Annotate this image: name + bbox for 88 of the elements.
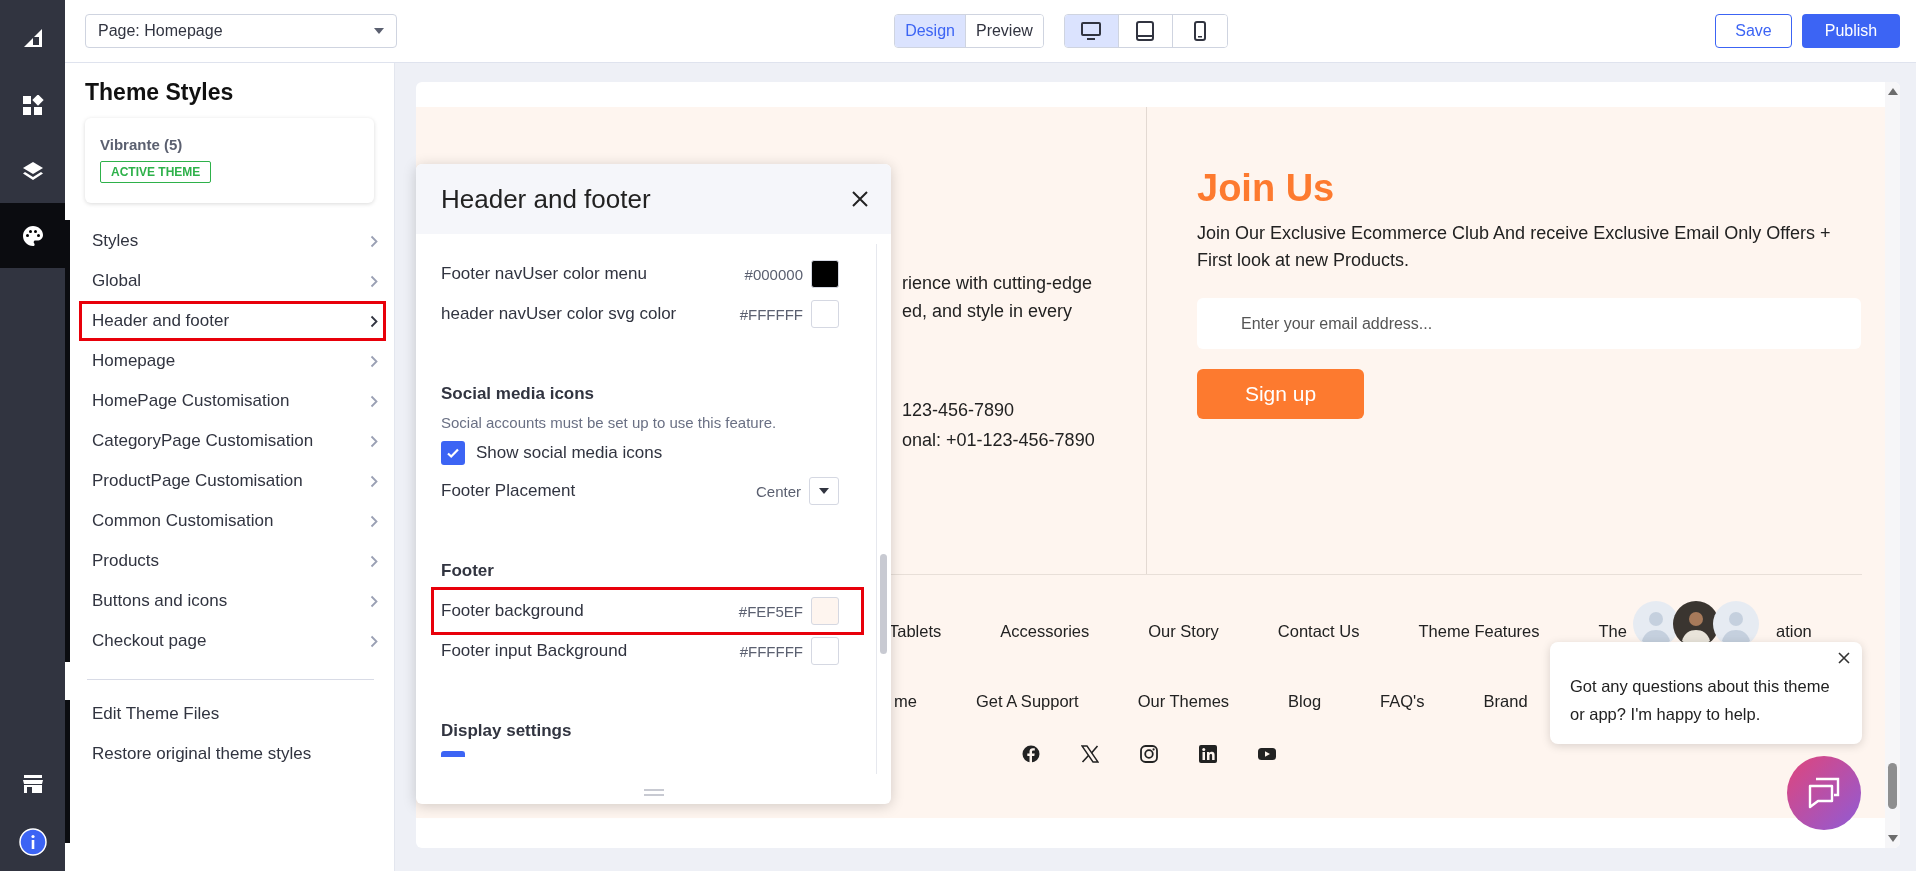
- footer-link[interactable]: Tablets: [889, 622, 942, 641]
- desktop-icon: [1080, 20, 1103, 42]
- widgets-icon: [21, 94, 44, 117]
- footer-link[interactable]: Blog: [1288, 692, 1322, 711]
- section-heading: Social media icons: [441, 384, 596, 404]
- footer-link[interactable]: Our Themes: [1137, 692, 1230, 711]
- section-heading: Footer: [441, 561, 495, 581]
- publish-button[interactable]: Publish: [1802, 14, 1900, 48]
- sidebar-item[interactable]: Products: [79, 541, 386, 581]
- facebook-icon[interactable]: [1022, 745, 1040, 763]
- join-title: Join Us: [1197, 167, 1336, 210]
- caret-icon: [819, 488, 829, 494]
- section-heading: Display settings: [441, 721, 573, 741]
- select-value: Center: [755, 482, 801, 500]
- sidebar-item[interactable]: ProductPage Customisation: [79, 461, 386, 501]
- footer-link[interactable]: Contact Us: [1277, 622, 1360, 641]
- footer-link[interactable]: Brand: [1483, 692, 1528, 711]
- color-swatch[interactable]: [811, 597, 839, 625]
- contact-text: onal: +01-123-456-7890: [902, 429, 1096, 452]
- chevron-right-icon: [370, 314, 378, 328]
- color-swatch[interactable]: [811, 637, 839, 665]
- sidebar-item[interactable]: CategoryPage Customisation: [79, 421, 386, 461]
- instagram-icon[interactable]: [1140, 745, 1158, 763]
- sidebar-item[interactable]: Checkout page: [79, 621, 386, 661]
- contact-text: 123-456-7890: [902, 399, 1016, 422]
- footer-link[interactable]: FAQ's: [1380, 692, 1425, 711]
- youtube-icon[interactable]: [1258, 747, 1276, 761]
- footer-link[interactable]: The: [1598, 622, 1627, 641]
- checkbox[interactable]: [441, 441, 465, 465]
- rail-button[interactable]: [0, 203, 65, 268]
- chevron-right-icon: [370, 394, 378, 408]
- color-swatch[interactable]: [811, 300, 839, 328]
- chevron-right-icon: [370, 634, 378, 648]
- chevron-right-icon: [370, 434, 378, 448]
- sidebar-item[interactable]: Buttons and icons: [79, 581, 386, 621]
- footer-link[interactable]: Our Story: [1148, 622, 1219, 641]
- chevron-right-icon: [370, 514, 378, 528]
- theme-name: Vibrante (5): [100, 136, 184, 153]
- footer-link[interactable]: Theme Features: [1418, 622, 1540, 641]
- panel-title: Header and footer: [441, 183, 651, 215]
- checkbox[interactable]: [441, 751, 465, 757]
- chat-bubbles-icon: [1806, 776, 1842, 810]
- sidebar-item[interactable]: Common Customisation: [79, 501, 386, 541]
- store-icon[interactable]: [21, 774, 44, 794]
- tablet-icon: [1134, 20, 1157, 42]
- caret-icon: [374, 28, 384, 34]
- about-text: rience with cutting-edge: [902, 272, 1094, 295]
- footer-link[interactable]: Accessories: [1000, 622, 1090, 641]
- sidebar-title: Theme Styles: [85, 79, 235, 106]
- layers-icon: [21, 159, 44, 182]
- color-setting-row[interactable]: header navUser color svg color #FFFFFF: [431, 294, 864, 334]
- sidebar-item[interactable]: HomePage Customisation: [79, 381, 386, 421]
- linkedin-icon[interactable]: [1199, 745, 1217, 763]
- email-field[interactable]: Enter your email address...: [1197, 298, 1861, 349]
- about-text: ed, and style in every: [902, 300, 1074, 323]
- footer-link[interactable]: me: [894, 692, 917, 711]
- sidebar-link[interactable]: Restore original theme styles: [79, 734, 374, 774]
- page-dropdown[interactable]: Page: Homepage: [85, 14, 397, 48]
- panel-scrollbar[interactable]: [880, 554, 887, 654]
- desktop-view-button[interactable]: [1064, 15, 1119, 47]
- chevron-right-icon: [370, 594, 378, 608]
- checkbox-label: Show social media icons: [476, 443, 663, 463]
- footer-link[interactable]: ation: [1775, 622, 1812, 641]
- active-theme-badge: ACTIVE THEME: [100, 161, 212, 183]
- dropdown-button[interactable]: [809, 477, 839, 505]
- chevron-right-icon: [370, 234, 378, 248]
- chevron-right-icon: [370, 354, 378, 368]
- info-icon[interactable]: [18, 828, 47, 856]
- sidebar-link[interactable]: Edit Theme Files: [79, 694, 374, 734]
- chevron-right-icon: [370, 274, 378, 288]
- help-text: Social accounts must be set up to use this feature.: [441, 414, 778, 431]
- mode-tab[interactable]: Design: [895, 15, 966, 47]
- resize-handle-icon[interactable]: [643, 789, 664, 796]
- sidebar-item[interactable]: Styles: [79, 221, 386, 261]
- sidebar-item[interactable]: Homepage: [79, 341, 386, 381]
- sidebar-item[interactable]: Header and footer: [79, 301, 386, 341]
- save-button[interactable]: Save: [1715, 14, 1792, 48]
- join-text: Join Our Exclusive Ecommerce Club And receive Exclusive Email Only Offers + First look at new Products.: [1197, 222, 1832, 272]
- palette-icon: [20, 223, 45, 248]
- setting-label: Footer Placement: [441, 481, 577, 501]
- x-icon[interactable]: [1081, 745, 1099, 763]
- chevron-right-icon: [370, 474, 378, 488]
- footer-link[interactable]: Get A Support: [975, 692, 1079, 711]
- color-setting-row[interactable]: Footer navUser color menu #000000: [431, 254, 864, 294]
- chevron-right-icon: [370, 554, 378, 568]
- chat-message: Got any questions about this theme or app? I'm happy to help.: [1570, 677, 1830, 723]
- color-swatch[interactable]: [811, 260, 839, 288]
- sidebar-item[interactable]: Global: [79, 261, 386, 301]
